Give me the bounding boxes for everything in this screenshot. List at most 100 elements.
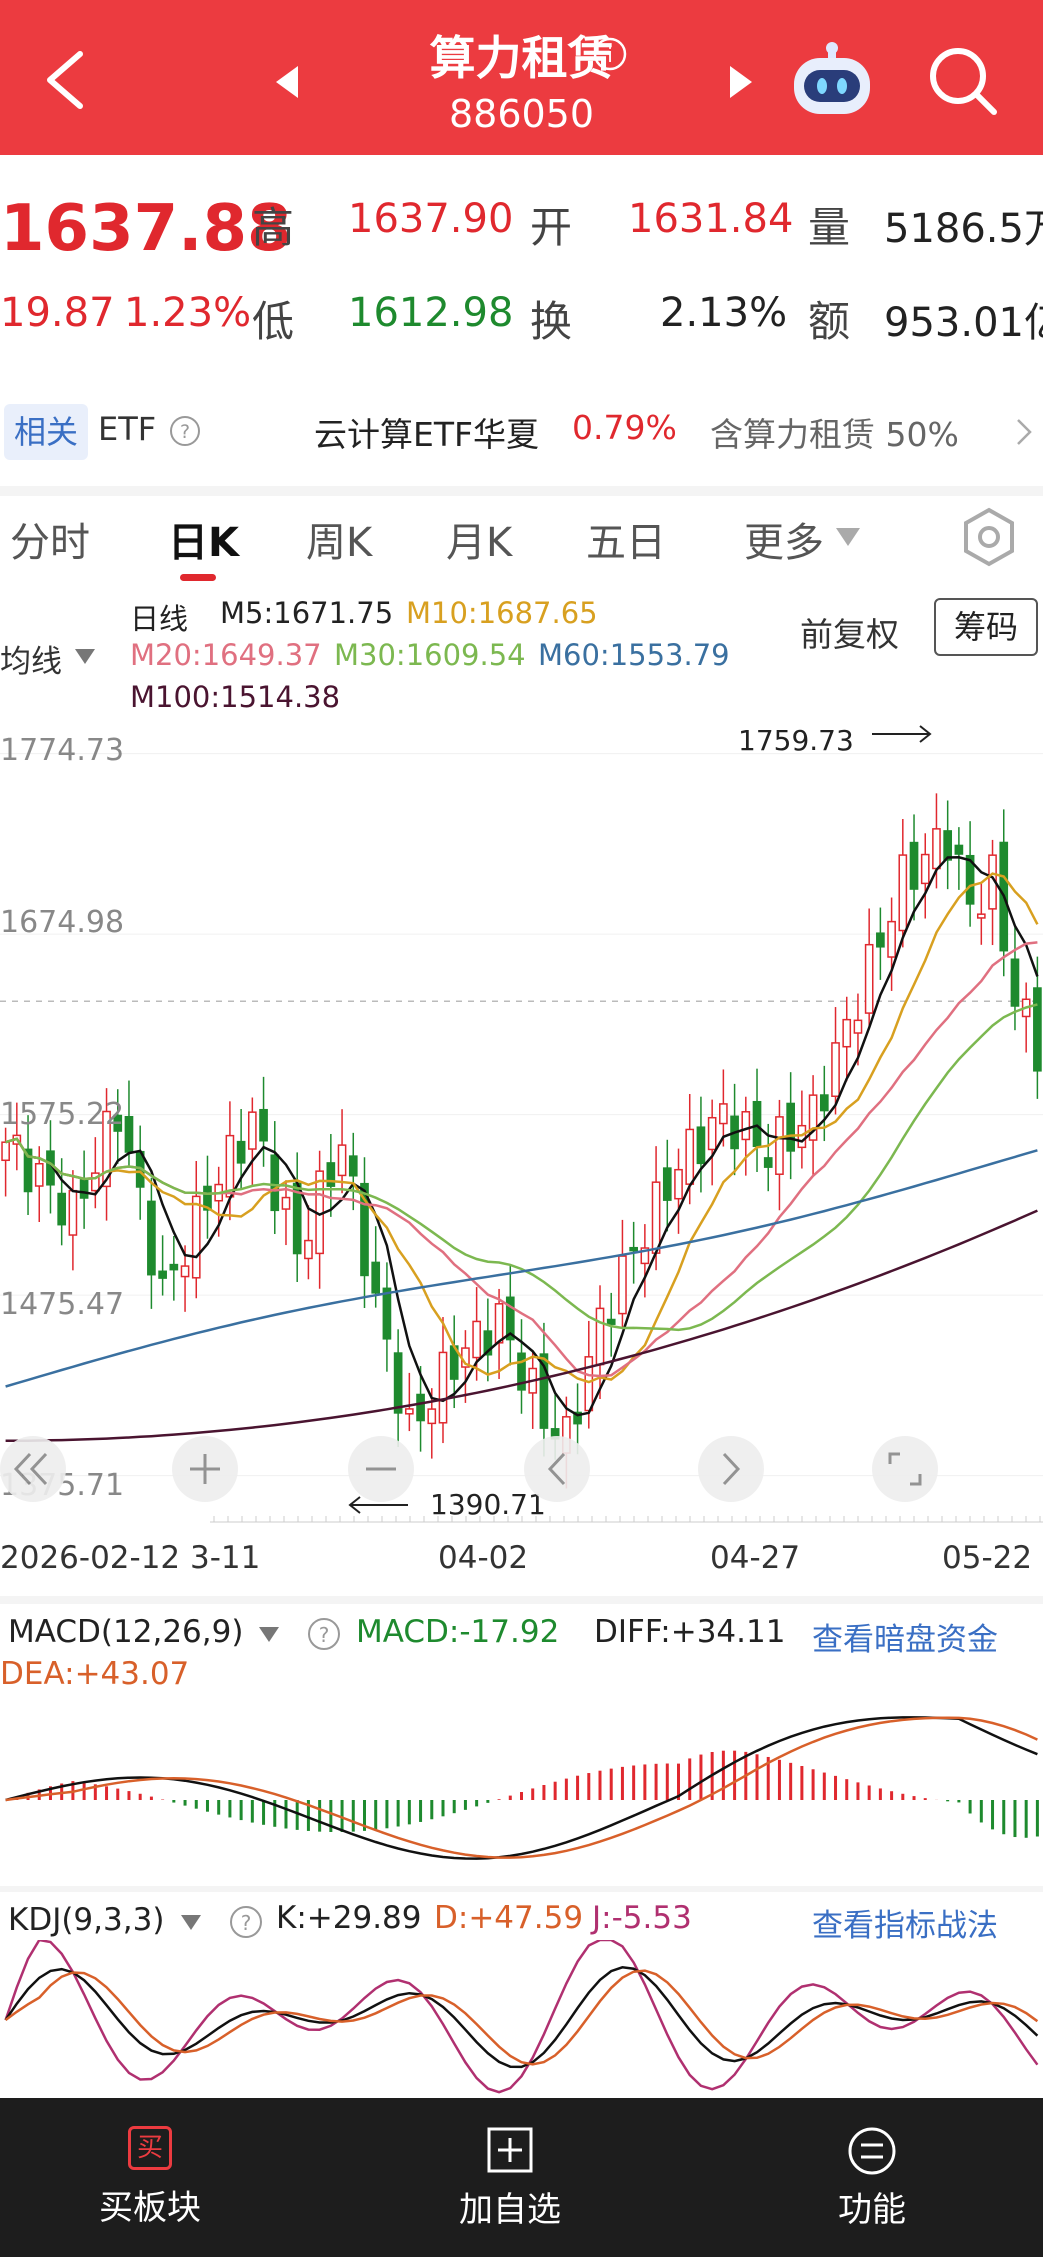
bottom-toolbar: 买 买板块 加自选 功能 bbox=[0, 2098, 1043, 2257]
fullscreen-button[interactable] bbox=[872, 1436, 938, 1502]
macd-dropdown-icon[interactable] bbox=[258, 1626, 280, 1644]
ma20-line bbox=[5, 941, 1038, 1378]
tab-weekly-k[interactable]: 周K bbox=[306, 510, 372, 568]
help-icon[interactable]: ? bbox=[168, 414, 202, 448]
divider bbox=[0, 1596, 1043, 1604]
candle-down bbox=[943, 830, 953, 861]
d-value: D:+47.59 bbox=[434, 1900, 584, 1936]
line-type-label: 日线 bbox=[130, 602, 189, 636]
adjust-mode[interactable]: 前复权 bbox=[800, 608, 899, 656]
amount-value: 953.01亿 bbox=[884, 300, 1043, 346]
scroll-left-fast-button[interactable] bbox=[0, 1436, 66, 1502]
candle-down bbox=[371, 1261, 381, 1294]
zoom-in-button[interactable] bbox=[172, 1436, 238, 1502]
etf-row[interactable]: 相关 ETF ? 云计算ETF华夏 0.79% 含算力租赁 50% bbox=[0, 378, 1043, 486]
buy-sector-button[interactable]: 买 买板块 bbox=[60, 2126, 240, 2229]
kline-chart[interactable] bbox=[0, 716, 1043, 1526]
x-tick-2: 3-11 bbox=[190, 1540, 261, 1576]
chevron-right-icon bbox=[1017, 419, 1032, 445]
macd-value: MACD:-17.92 bbox=[356, 1614, 560, 1650]
tab-daily-k[interactable]: 日K bbox=[168, 510, 239, 568]
zoom-out-button[interactable] bbox=[348, 1436, 414, 1502]
candle-up bbox=[438, 1351, 448, 1424]
candle-down bbox=[57, 1192, 67, 1226]
x-tick-4: 04-27 bbox=[710, 1540, 801, 1576]
tab-monthly-k[interactable]: 月K bbox=[446, 510, 512, 568]
app-header: 算力租赁 i 886050 bbox=[0, 0, 1043, 155]
d-line bbox=[4, 1969, 1039, 2066]
candle-down bbox=[326, 1162, 336, 1187]
candle-up bbox=[831, 1042, 840, 1097]
function-button[interactable]: 功能 bbox=[782, 2126, 962, 2231]
macd-label[interactable]: MACD(12,26,9) bbox=[8, 1614, 243, 1650]
candle-up bbox=[595, 1307, 605, 1366]
stock-code: 886050 bbox=[448, 92, 595, 136]
diff-line bbox=[5, 1716, 1038, 1860]
ma-dropdown-icon[interactable] bbox=[74, 648, 96, 666]
ma-selector[interactable]: 均线 bbox=[0, 636, 62, 681]
open-value: 1631.84 bbox=[628, 196, 794, 242]
tab-intraday[interactable]: 分时 bbox=[10, 510, 90, 568]
kdj-label[interactable]: KDJ(9,3,3) bbox=[8, 1902, 164, 1938]
settings-icon[interactable] bbox=[958, 506, 1020, 568]
search-icon[interactable] bbox=[926, 44, 1002, 120]
candle-down bbox=[876, 932, 885, 948]
candle-up bbox=[337, 1144, 347, 1177]
candle-up bbox=[281, 1196, 291, 1210]
kdj-dropdown-icon[interactable] bbox=[180, 1914, 202, 1932]
help-icon[interactable]: ? bbox=[306, 1616, 342, 1652]
robot-assistant-icon[interactable] bbox=[786, 38, 878, 120]
candle-down bbox=[393, 1352, 403, 1414]
page-title: 算力租赁 bbox=[429, 31, 614, 85]
low-label: 低 bbox=[252, 297, 295, 346]
minus-icon bbox=[366, 1467, 396, 1471]
candle-up bbox=[719, 1103, 728, 1125]
help-icon[interactable]: ? bbox=[228, 1904, 264, 1940]
candle-up bbox=[180, 1265, 190, 1278]
chips-button[interactable]: 筹码 bbox=[934, 598, 1038, 656]
high-label: 高 bbox=[252, 203, 295, 252]
tab-five-day[interactable]: 五日 bbox=[586, 510, 666, 568]
turnover-value: 2.13% bbox=[660, 290, 788, 336]
etf-label: ETF bbox=[98, 410, 157, 448]
candle-down bbox=[1010, 958, 1020, 1007]
etf-change: 0.79% bbox=[572, 408, 677, 447]
add-watchlist-button[interactable]: 加自选 bbox=[420, 2126, 600, 2231]
candle-down bbox=[259, 1108, 268, 1142]
tab-more[interactable]: 更多 bbox=[744, 510, 824, 568]
y-tick-1: 1774.73 bbox=[0, 733, 125, 768]
scroll-right-button[interactable] bbox=[698, 1436, 764, 1502]
chevron-right-icon bbox=[722, 1452, 741, 1486]
kdj-chart[interactable] bbox=[0, 1940, 1043, 2098]
next-arrow-icon[interactable] bbox=[726, 62, 756, 102]
candle-down bbox=[696, 1126, 706, 1165]
candle-down bbox=[124, 1115, 134, 1153]
high-value: 1637.90 bbox=[348, 196, 514, 242]
low-value: 1612.98 bbox=[348, 290, 514, 336]
volume-value: 5186.5万 bbox=[884, 206, 1043, 252]
x-tick-5: 05-22 bbox=[942, 1540, 1033, 1576]
ma10-value: M10:1687.65 bbox=[406, 596, 598, 630]
active-tab-indicator bbox=[180, 574, 216, 581]
candle-down bbox=[786, 1102, 796, 1152]
candle-up bbox=[472, 1320, 481, 1359]
info-icon[interactable]: i bbox=[592, 36, 628, 72]
candle-down bbox=[147, 1200, 156, 1276]
candle-down bbox=[348, 1155, 358, 1177]
ma10-line bbox=[5, 872, 1039, 1384]
candle-down bbox=[752, 1100, 762, 1148]
candle-up bbox=[775, 1116, 784, 1175]
candle-up bbox=[191, 1195, 201, 1279]
etf-contains: 含算力租赁 50% bbox=[710, 415, 959, 454]
dropdown-icon[interactable] bbox=[834, 526, 862, 548]
candle-up bbox=[685, 1128, 695, 1185]
indicator-strategy-link[interactable]: 查看指标战法 bbox=[812, 1900, 998, 1945]
candle-down bbox=[382, 1287, 392, 1340]
macd-chart[interactable] bbox=[0, 1660, 1043, 1882]
scroll-left-button[interactable] bbox=[524, 1436, 590, 1502]
candle-down bbox=[270, 1154, 280, 1212]
candle-up bbox=[1, 1141, 10, 1162]
y-tick-3: 1575.22 bbox=[0, 1097, 125, 1132]
dark-pool-link[interactable]: 查看暗盘资金 bbox=[812, 1614, 998, 1659]
candle-up bbox=[864, 943, 874, 1014]
